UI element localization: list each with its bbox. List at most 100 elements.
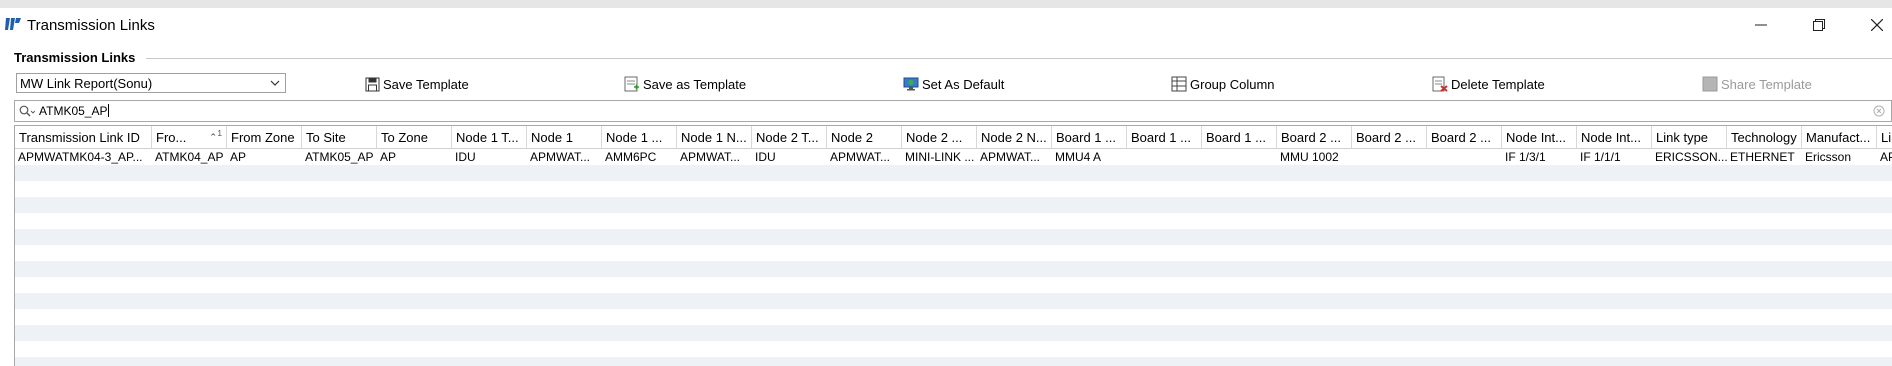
table-cell[interactable]: ATMK04_AP: [152, 150, 227, 165]
column-header[interactable]: Board 1 ...: [1202, 126, 1277, 149]
transmission-links-table: Transmission Link ID Fro... ⌃1 From Zone To …: [14, 125, 1892, 366]
save-as-template-button[interactable]: Save as Template: [624, 74, 746, 94]
column-header[interactable]: Node Int...: [1502, 126, 1577, 149]
column-header-label: Node Int...: [1581, 130, 1641, 145]
column-header[interactable]: Board 2 ...: [1352, 126, 1427, 149]
table-cell[interactable]: [1202, 150, 1277, 165]
clear-search-icon[interactable]: [1873, 105, 1885, 117]
table-cell[interactable]: AP: [227, 150, 302, 165]
restore-icon: [1813, 19, 1825, 31]
column-header[interactable]: Node 1: [527, 126, 602, 149]
close-icon: [1871, 19, 1883, 31]
column-header[interactable]: Transmission Link ID: [15, 126, 152, 149]
table-cell[interactable]: [1352, 150, 1427, 165]
column-header-label: Fro...: [156, 130, 187, 145]
column-header[interactable]: Fro... ⌃1: [152, 126, 227, 149]
column-header[interactable]: Board 1 ...: [1127, 126, 1202, 149]
column-header[interactable]: From Zone: [227, 126, 302, 149]
template-select[interactable]: MW Link Report(Sonu): [16, 73, 286, 93]
table-cell[interactable]: IF 1/3/1: [1502, 150, 1577, 165]
table-cell[interactable]: IF 1/1/1: [1577, 150, 1652, 165]
column-header[interactable]: Node Int...: [1577, 126, 1652, 149]
table-cell[interactable]: APMWATMK04-3_AP...: [15, 150, 152, 165]
column-header-label: To Zone: [381, 130, 428, 145]
table-cell[interactable]: APMWAT...: [827, 150, 902, 165]
column-header[interactable]: Manufact...: [1802, 126, 1877, 149]
delete-template-label: Delete Template: [1451, 76, 1545, 92]
minimize-button[interactable]: [1732, 8, 1790, 42]
column-header-label: Node 2 N...: [981, 130, 1047, 145]
empty-row: [15, 197, 1892, 213]
column-header-label: Li: [1881, 130, 1892, 145]
table-cell[interactable]: MMU 1002: [1277, 150, 1352, 165]
column-header[interactable]: Li: [1877, 126, 1892, 149]
table-cell[interactable]: IDU: [452, 150, 527, 165]
search-icon: [19, 105, 35, 117]
column-header[interactable]: To Site: [302, 126, 377, 149]
table-cell[interactable]: [1127, 150, 1202, 165]
table-cell[interactable]: APMWAT...: [527, 150, 602, 165]
column-header-label: Node 2: [831, 130, 873, 145]
column-header-label: Transmission Link ID: [19, 130, 140, 145]
column-header[interactable]: Node 1 ...: [602, 126, 677, 149]
sort-ascending-icon: ⌃1: [208, 128, 222, 144]
empty-row: [15, 325, 1892, 341]
column-header-label: To Site: [306, 130, 346, 145]
table-row[interactable]: APMWATMK04-3_AP... ATMK04_AP AP ATMK05_AP AP…: [15, 149, 1892, 165]
column-header[interactable]: Node 1 N...: [677, 126, 752, 149]
app-logo-icon: [4, 15, 22, 33]
table-header: Transmission Link ID Fro... ⌃1 From Zone To …: [15, 126, 1892, 149]
column-header[interactable]: Link type: [1652, 126, 1727, 149]
table-cell[interactable]: AMM6PC: [602, 150, 677, 165]
delete-template-button[interactable]: Delete Template: [1432, 74, 1545, 94]
empty-row: [15, 213, 1892, 229]
empty-row: [15, 293, 1892, 309]
empty-row: [15, 357, 1892, 366]
table-cell[interactable]: MMU4 A: [1052, 150, 1127, 165]
search-input[interactable]: ATMK05_AP: [14, 100, 1892, 122]
title-bar: Transmission Links: [0, 8, 1892, 42]
column-header[interactable]: Node 2: [827, 126, 902, 149]
column-header-label: Board 2 ...: [1281, 130, 1341, 145]
column-header-label: Manufact...: [1806, 130, 1871, 145]
empty-row: [15, 181, 1892, 197]
table-cell[interactable]: AP: [1877, 150, 1892, 165]
column-header[interactable]: Node 1 T...: [452, 126, 527, 149]
group-column-icon: [1171, 76, 1187, 92]
monitor-check-icon: [903, 77, 919, 91]
column-header[interactable]: Technology: [1727, 126, 1802, 149]
column-header-label: Board 1 ...: [1206, 130, 1266, 145]
column-header[interactable]: Board 2 ...: [1427, 126, 1502, 149]
table-cell[interactable]: ETHERNET: [1727, 150, 1802, 165]
table-cell[interactable]: APMWAT...: [677, 150, 752, 165]
table-cell[interactable]: Ericsson: [1802, 150, 1877, 165]
table-cell[interactable]: ATMK05_AP: [302, 150, 377, 165]
restore-button[interactable]: [1790, 8, 1848, 42]
column-header[interactable]: Board 2 ...: [1277, 126, 1352, 149]
save-as-template-label: Save as Template: [643, 76, 747, 92]
column-header-label: From Zone: [231, 130, 295, 145]
table-cell[interactable]: MINI-LINK ...: [902, 150, 977, 165]
template-select-value: MW Link Report(Sonu): [20, 76, 153, 91]
save-template-button[interactable]: Save Template: [365, 74, 469, 94]
column-header[interactable]: Node 2 N...: [977, 126, 1052, 149]
column-header[interactable]: Node 2 ...: [902, 126, 977, 149]
section-title: Transmission Links: [14, 50, 140, 65]
group-column-button[interactable]: Group Column: [1171, 74, 1275, 94]
column-header[interactable]: To Zone: [377, 126, 452, 149]
share-template-button[interactable]: Share Template: [1702, 74, 1812, 94]
empty-row: [15, 229, 1892, 245]
table-cell[interactable]: AP: [377, 150, 452, 165]
table-cell[interactable]: [1427, 150, 1502, 165]
empty-row: [15, 165, 1892, 181]
column-header[interactable]: Node 2 T...: [752, 126, 827, 149]
table-cell[interactable]: ERICSSON...: [1652, 150, 1727, 165]
group-column-label: Group Column: [1190, 76, 1275, 92]
column-header-label: Board 1 ...: [1056, 130, 1116, 145]
close-button[interactable]: [1848, 8, 1892, 42]
chevron-down-icon: [270, 80, 280, 86]
set-as-default-button[interactable]: Set As Default: [903, 74, 1004, 94]
table-cell[interactable]: APMWAT...: [977, 150, 1052, 165]
column-header[interactable]: Board 1 ...: [1052, 126, 1127, 149]
table-cell[interactable]: IDU: [752, 150, 827, 165]
